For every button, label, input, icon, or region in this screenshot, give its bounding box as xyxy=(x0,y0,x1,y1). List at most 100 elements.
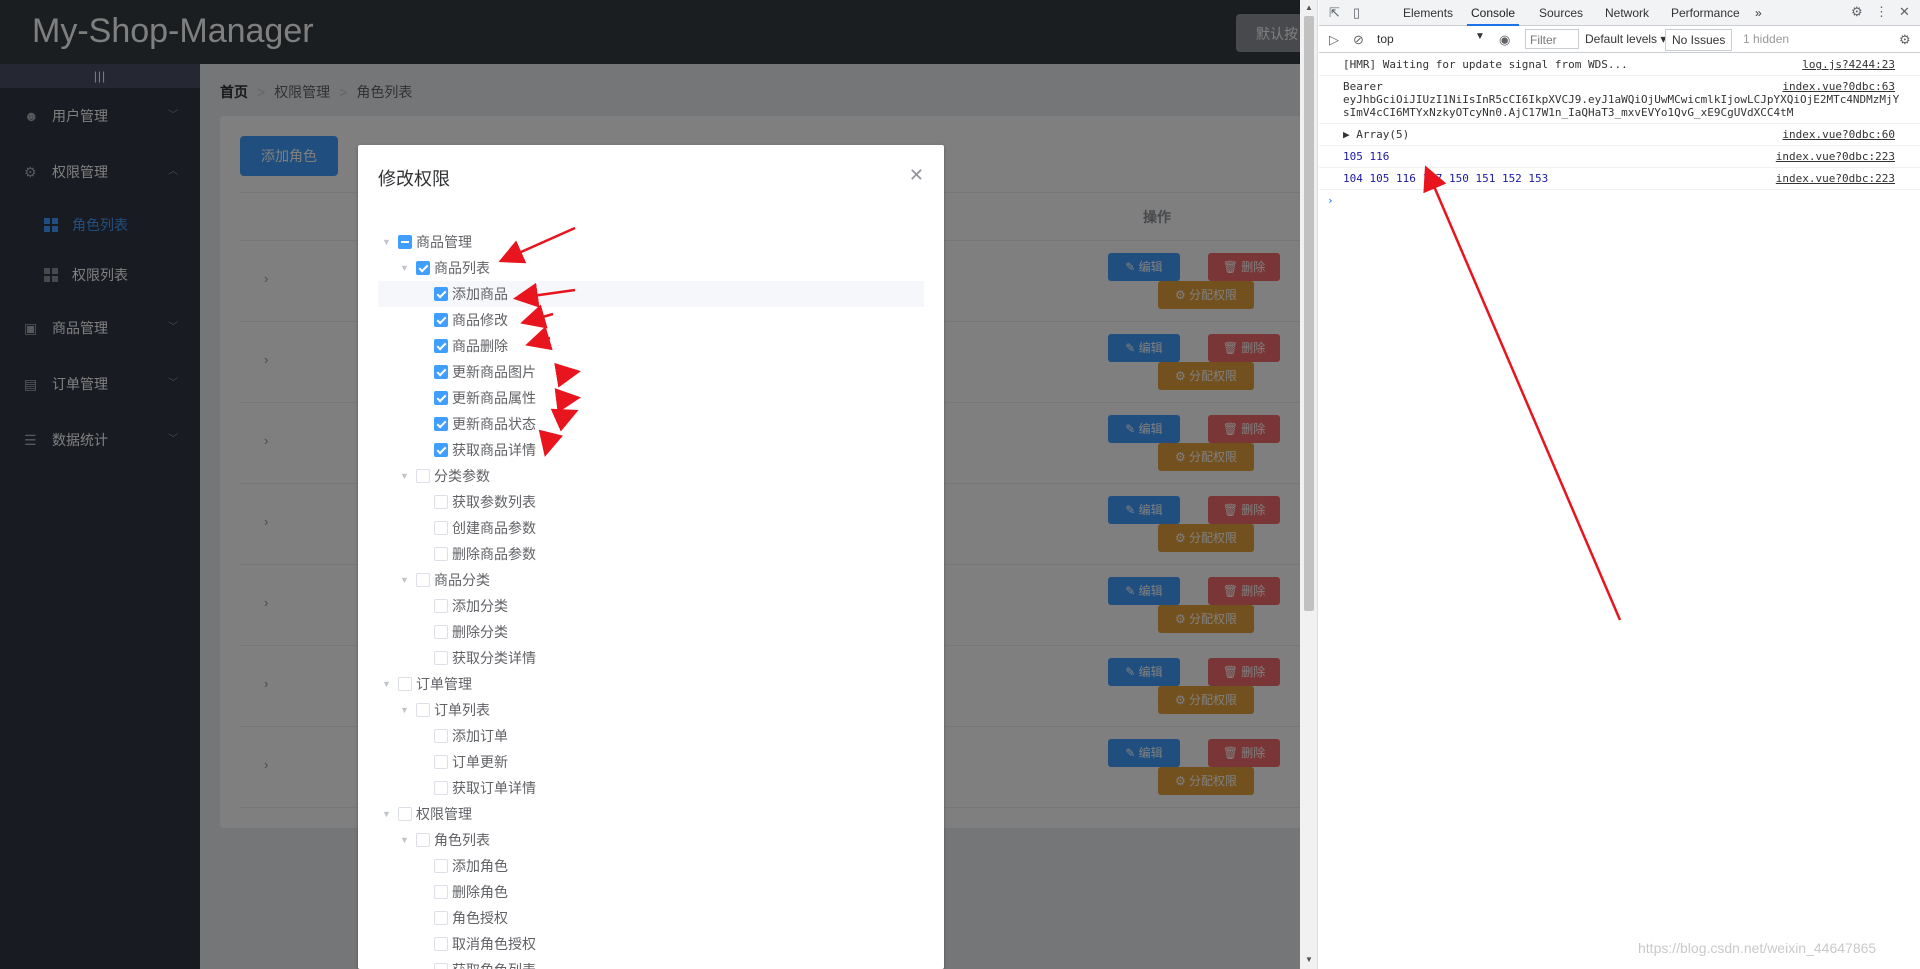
tree-checkbox[interactable] xyxy=(434,599,448,613)
tree-node[interactable]: 更新商品状态 xyxy=(378,411,924,437)
issues-button[interactable]: No Issues xyxy=(1665,29,1733,51)
tree-node[interactable]: ▼ 订单管理 xyxy=(378,671,924,697)
settings-gear-icon[interactable]: ⚙ xyxy=(1851,4,1863,20)
tree-node[interactable]: 添加商品 xyxy=(378,281,924,307)
tree-node[interactable]: 添加角色 xyxy=(378,853,924,879)
tree-checkbox[interactable] xyxy=(434,859,448,873)
tree-checkbox[interactable] xyxy=(434,521,448,535)
more-vertical-icon[interactable]: ⋮ xyxy=(1875,4,1888,20)
clear-console-icon[interactable]: ⊘ xyxy=(1353,32,1364,48)
tree-checkbox[interactable] xyxy=(434,755,448,769)
tree-node[interactable]: 获取参数列表 xyxy=(378,489,924,515)
tree-checkbox[interactable] xyxy=(434,547,448,561)
inspect-icon[interactable]: ⇱ xyxy=(1329,5,1340,21)
close-icon[interactable]: ✕ xyxy=(1899,4,1910,20)
caret-down-icon[interactable]: ▼ xyxy=(400,827,409,853)
tree-node-label: 商品管理 xyxy=(416,234,472,250)
tree-node[interactable]: 更新商品属性 xyxy=(378,385,924,411)
scrollbar-thumb[interactable] xyxy=(1304,16,1314,611)
tab-network[interactable]: Network xyxy=(1601,0,1653,26)
caret-down-icon[interactable]: ▼ xyxy=(400,255,409,281)
tree-node-label: 订单管理 xyxy=(416,676,472,692)
tree-node[interactable]: 角色授权 xyxy=(378,905,924,931)
tree-node-label: 商品删除 xyxy=(452,338,508,354)
tree-checkbox[interactable] xyxy=(434,339,448,353)
tree-checkbox[interactable] xyxy=(434,313,448,327)
caret-down-icon[interactable]: ▼ xyxy=(400,567,409,593)
console-source-link[interactable]: index.vue?0dbc:60 xyxy=(1782,128,1895,141)
tree-node[interactable]: 取消角色授权 xyxy=(378,931,924,957)
caret-down-icon[interactable]: ▼ xyxy=(382,801,391,827)
tree-node-label: 获取角色列表 xyxy=(452,957,536,969)
filter-input[interactable]: Filter xyxy=(1525,29,1579,49)
console-source-link[interactable]: log.js?4244:23 xyxy=(1802,58,1895,71)
tree-node[interactable]: 获取角色列表 xyxy=(378,957,924,969)
tab-sources[interactable]: Sources xyxy=(1535,0,1587,26)
console-settings-icon[interactable]: ⚙ xyxy=(1899,32,1911,48)
caret-down-icon[interactable]: ▼ xyxy=(400,463,409,489)
tree-node[interactable]: ▼ 商品管理 xyxy=(378,229,924,255)
tree-checkbox[interactable] xyxy=(434,417,448,431)
caret-down-icon[interactable]: ▼ xyxy=(382,671,391,697)
page-scrollbar[interactable]: ▲ ▼ xyxy=(1300,0,1318,969)
tree-node[interactable]: 获取商品详情 xyxy=(378,437,924,463)
tree-checkbox[interactable] xyxy=(434,651,448,665)
tree-checkbox[interactable] xyxy=(434,495,448,509)
tree-checkbox[interactable] xyxy=(434,963,448,969)
tab-elements[interactable]: Elements xyxy=(1399,0,1457,26)
tab-more[interactable]: » xyxy=(1751,0,1766,26)
tree-node[interactable]: 删除角色 xyxy=(378,879,924,905)
console-source-link[interactable]: index.vue?0dbc:223 xyxy=(1776,172,1895,185)
tree-checkbox[interactable] xyxy=(434,365,448,379)
tree-checkbox[interactable] xyxy=(434,729,448,743)
tree-node[interactable]: 获取订单详情 xyxy=(378,775,924,801)
context-selector[interactable]: top xyxy=(1377,32,1489,46)
caret-down-icon[interactable]: ▼ xyxy=(400,697,409,723)
tree-checkbox[interactable] xyxy=(416,469,430,483)
tree-node[interactable]: 创建商品参数 xyxy=(378,515,924,541)
tree-node[interactable]: 商品修改 xyxy=(378,307,924,333)
tree-checkbox[interactable] xyxy=(434,443,448,457)
tree-checkbox[interactable] xyxy=(434,391,448,405)
tree-node[interactable]: 添加订单 xyxy=(378,723,924,749)
tree-checkbox[interactable] xyxy=(434,937,448,951)
tree-checkbox[interactable] xyxy=(398,677,412,691)
tree-node[interactable]: 添加分类 xyxy=(378,593,924,619)
tab-console[interactable]: Console xyxy=(1467,0,1520,26)
tree-node[interactable]: 更新商品图片 xyxy=(378,359,924,385)
tree-node[interactable]: 商品删除 xyxy=(378,333,924,359)
tree-node[interactable]: 删除商品参数 xyxy=(378,541,924,567)
tree-checkbox[interactable] xyxy=(398,235,412,249)
caret-down-icon[interactable]: ▼ xyxy=(382,229,391,255)
tree-checkbox[interactable] xyxy=(434,885,448,899)
tree-node[interactable]: 删除分类 xyxy=(378,619,924,645)
tree-node[interactable]: ▼ 权限管理 xyxy=(378,801,924,827)
tree-checkbox[interactable] xyxy=(416,261,430,275)
tree-checkbox[interactable] xyxy=(398,807,412,821)
device-toggle-icon[interactable]: ▯ xyxy=(1353,5,1360,21)
scroll-down-icon[interactable]: ▼ xyxy=(1305,955,1313,964)
console-source-link[interactable]: index.vue?0dbc:63 xyxy=(1782,80,1895,93)
tree-node[interactable]: ▼ 商品列表 xyxy=(378,255,924,281)
console-prompt[interactable]: › xyxy=(1319,190,1920,210)
tree-node[interactable]: 获取分类详情 xyxy=(378,645,924,671)
eye-icon[interactable]: ◉ xyxy=(1499,32,1510,48)
tree-checkbox[interactable] xyxy=(416,703,430,717)
tree-checkbox[interactable] xyxy=(434,625,448,639)
sidebar-toggle-icon[interactable]: ▷ xyxy=(1329,32,1339,48)
tab-performance[interactable]: Performance xyxy=(1667,0,1744,26)
tree-checkbox[interactable] xyxy=(416,833,430,847)
tree-node[interactable]: ▼ 商品分类 xyxy=(378,567,924,593)
tree-checkbox[interactable] xyxy=(434,781,448,795)
close-icon[interactable]: ✕ xyxy=(909,165,924,186)
levels-dropdown[interactable]: Default levels ▾ xyxy=(1585,32,1666,46)
console-source-link[interactable]: index.vue?0dbc:223 xyxy=(1776,150,1895,163)
tree-node[interactable]: ▼ 分类参数 xyxy=(378,463,924,489)
tree-checkbox[interactable] xyxy=(434,287,448,301)
tree-checkbox[interactable] xyxy=(434,911,448,925)
tree-node[interactable]: ▼ 角色列表 xyxy=(378,827,924,853)
scroll-up-icon[interactable]: ▲ xyxy=(1305,3,1313,12)
tree-node[interactable]: 订单更新 xyxy=(378,749,924,775)
tree-node[interactable]: ▼ 订单列表 xyxy=(378,697,924,723)
tree-checkbox[interactable] xyxy=(416,573,430,587)
